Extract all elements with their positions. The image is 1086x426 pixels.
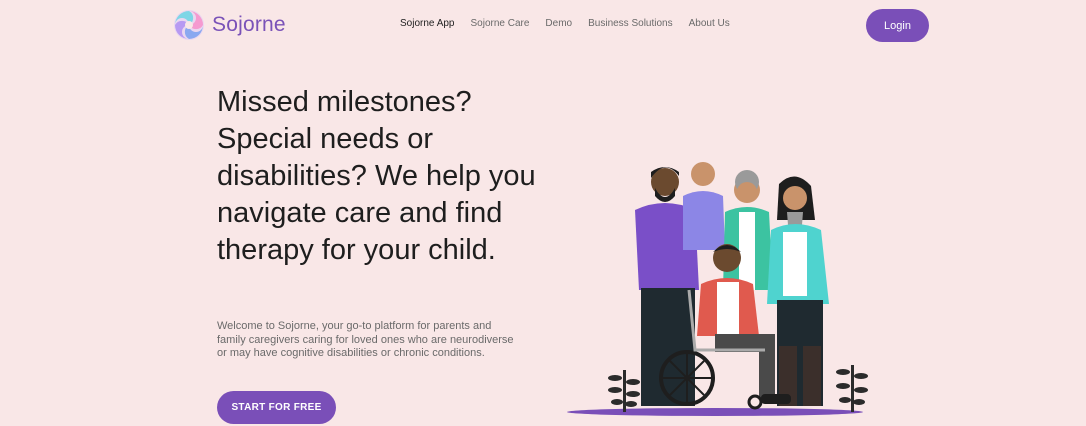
nav-link-demo[interactable]: Demo xyxy=(545,18,572,29)
main-nav: Sojorne App Sojorne Care Demo Business S… xyxy=(400,18,730,29)
login-button[interactable]: Login xyxy=(866,9,929,42)
nav-link-about-us[interactable]: About Us xyxy=(689,18,730,29)
nav-link-business-solutions[interactable]: Business Solutions xyxy=(588,18,673,29)
start-for-free-button[interactable]: START FOR FREE xyxy=(217,391,336,424)
family-with-wheelchair-illustration xyxy=(565,150,895,420)
sojorne-logo-icon xyxy=(172,8,206,42)
site-header: Sojorne Sojorne App Sojorne Care Demo Bu… xyxy=(0,0,1086,52)
hero-headline: Missed milestones? Special needs or disa… xyxy=(217,86,536,266)
brand-name: Sojorne xyxy=(212,13,286,36)
hero-intro: Welcome to Sojorne, your go-to platform … xyxy=(217,320,514,359)
brand-logo[interactable]: Sojorne xyxy=(172,8,286,42)
nav-link-sojorne-app[interactable]: Sojorne App xyxy=(400,18,455,29)
nav-link-sojorne-care[interactable]: Sojorne Care xyxy=(471,18,530,29)
